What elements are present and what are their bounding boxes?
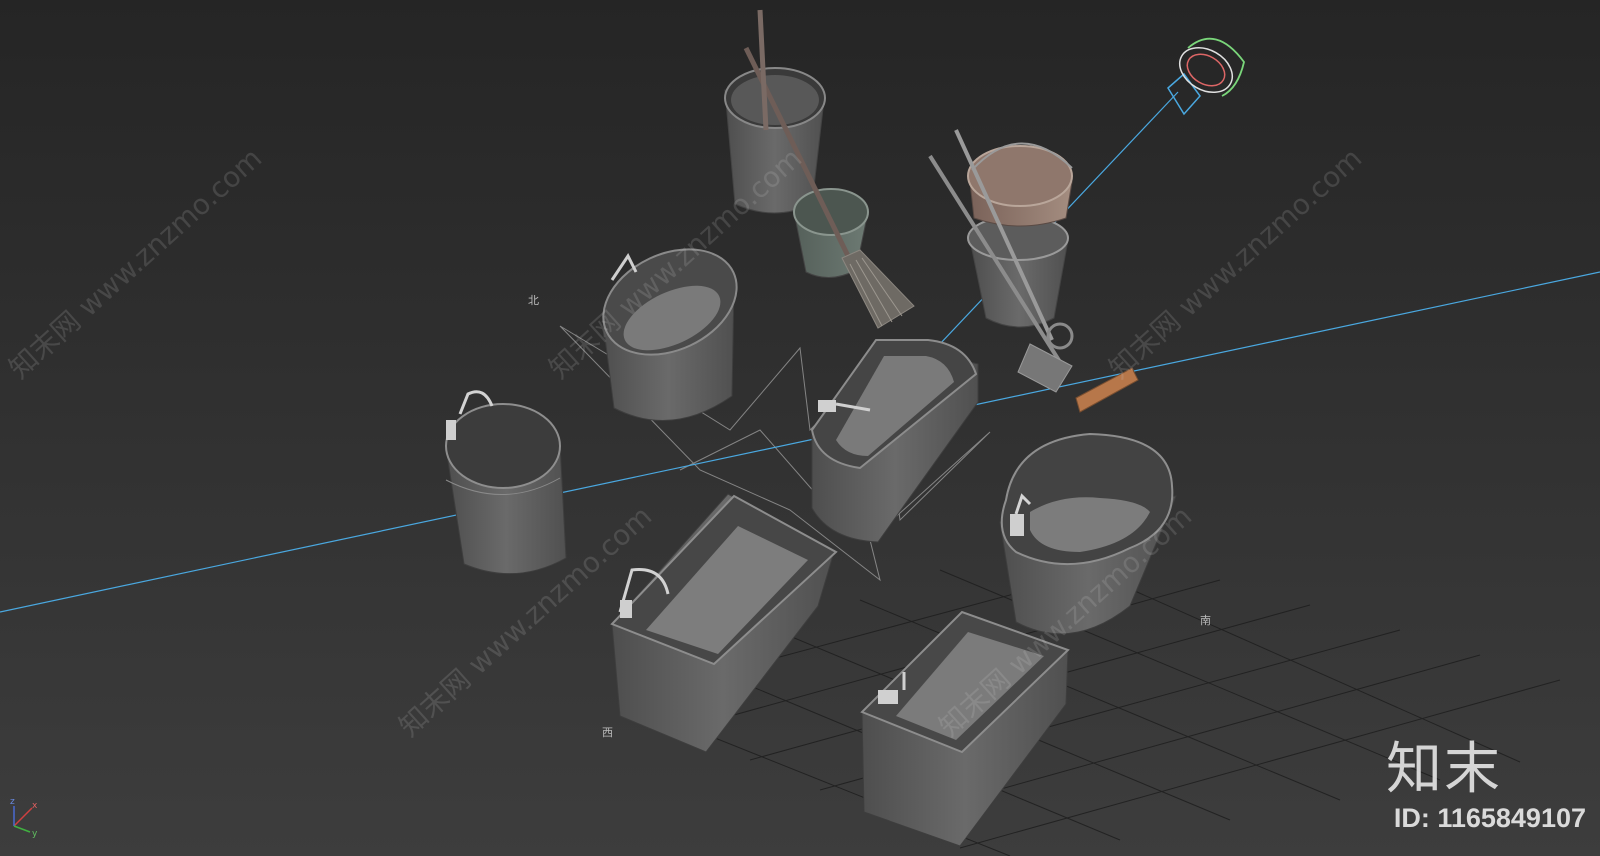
round-tub[interactable]	[445, 390, 567, 575]
3d-viewport[interactable]: 北 南 西 z x y 知末网 www.znzmo.com 知末网 www.zn…	[0, 0, 1600, 856]
compass-west: 西	[602, 726, 613, 739]
asset-id: ID: 1165849107	[1393, 803, 1586, 833]
viewport-scene[interactable]: 北 南 西 z x y 知末网 www.znzmo.com 知末网 www.zn…	[0, 0, 1600, 856]
axis-y-label: y	[32, 829, 38, 839]
axis-x-label: x	[32, 801, 38, 811]
compass-south: 南	[1200, 614, 1211, 627]
compass-north: 北	[528, 294, 539, 307]
axis-z-label: z	[10, 797, 15, 807]
brand-mark: 知末	[1386, 737, 1502, 802]
